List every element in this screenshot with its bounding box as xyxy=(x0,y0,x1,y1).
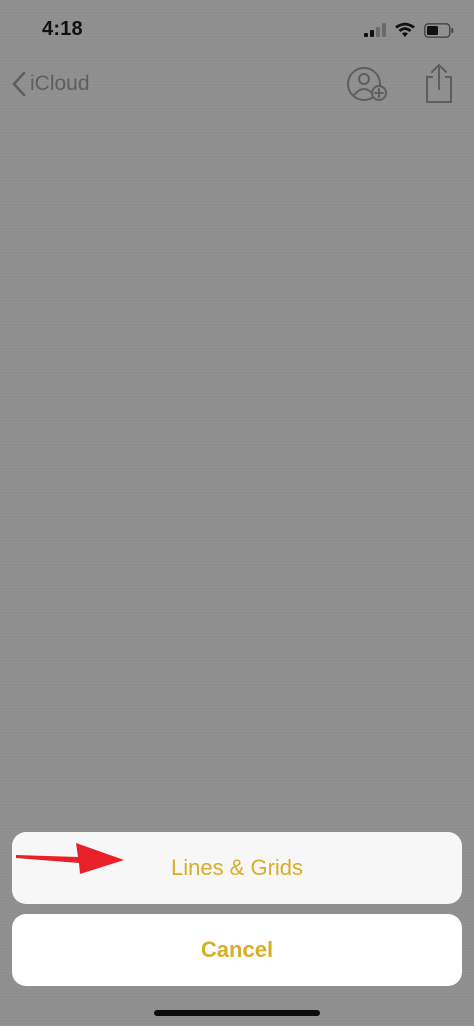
chevron-left-icon xyxy=(12,71,26,97)
cancel-button[interactable]: Cancel xyxy=(12,914,462,986)
dimmed-note-screen[interactable]: 4:18 iCloud Lines & Grids Cancel xyxy=(0,0,474,1026)
battery-icon xyxy=(424,22,454,38)
back-button[interactable]: iCloud xyxy=(12,68,90,100)
wifi-icon xyxy=(395,22,415,37)
navigation-bar: iCloud xyxy=(0,60,474,108)
cancel-label: Cancel xyxy=(200,937,274,962)
status-bar: 4:18 xyxy=(0,0,474,60)
lines-and-grids-label: Lines & Grids xyxy=(170,855,304,880)
status-time: 4:18 xyxy=(42,18,83,40)
share-icon[interactable] xyxy=(422,62,456,104)
status-icons xyxy=(364,20,454,40)
back-label: iCloud xyxy=(30,72,90,95)
add-person-icon[interactable] xyxy=(344,64,390,104)
home-indicator xyxy=(154,1010,320,1016)
red-arrow-icon xyxy=(16,843,124,874)
cellular-signal-icon xyxy=(364,23,386,37)
